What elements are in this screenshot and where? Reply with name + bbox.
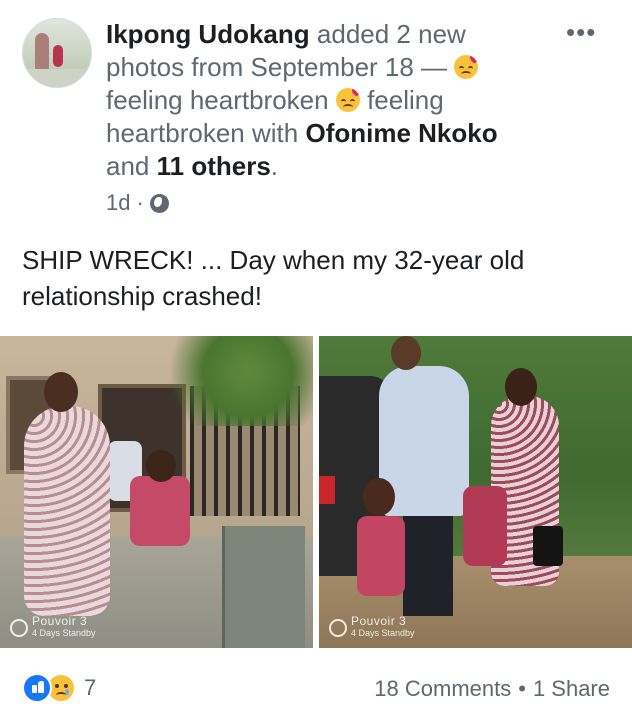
- globe-icon[interactable]: [149, 193, 169, 213]
- heartbroken-emoji-icon: [454, 55, 479, 79]
- and-text: and: [106, 151, 150, 181]
- photo-2-child-front: [357, 516, 405, 596]
- counts-separator: •: [518, 676, 526, 701]
- shares-count[interactable]: 1 Share: [533, 676, 610, 702]
- post-meta: 1d ·: [106, 190, 169, 216]
- photo-1-child: [130, 476, 190, 546]
- photo-2-bag: [533, 526, 563, 566]
- feeling-text-1: feeling heartbroken: [106, 85, 329, 115]
- photo-1[interactable]: Pouvoir 3 4 Days Standby: [0, 336, 313, 648]
- heartbroken-emoji-icon: [335, 88, 360, 112]
- reactions-summary[interactable]: 7: [22, 673, 96, 703]
- photo-1-child-head: [146, 450, 176, 482]
- watermark-logo-icon: [329, 618, 347, 637]
- photo-grid: Pouvoir 3 4 Days Standby Pouvoir 3 4 Day…: [0, 336, 632, 648]
- engagement-counts: 18 Comments • 1 Share: [374, 676, 610, 702]
- photo-2-man-legs: [403, 506, 453, 616]
- photo-1-low-wall: [222, 526, 305, 648]
- photo-1-tree: [150, 336, 313, 426]
- post-text: SHIP WRECK! ... Day when my 32-year old …: [22, 245, 525, 311]
- post-story: Ikpong Udokang added 2 new photos from S…: [106, 18, 546, 183]
- tagged-person[interactable]: Ofonime Nkoko: [305, 118, 497, 148]
- photo-2-child-back: [463, 486, 507, 566]
- photo-1-woman-head: [44, 372, 78, 412]
- author-avatar[interactable]: [22, 18, 92, 88]
- watermark-sub: 4 Days Standby: [351, 628, 415, 638]
- author-name[interactable]: Ikpong Udokang: [106, 19, 310, 49]
- post-header: ••• Ikpong Udokang added 2 new photos fr…: [0, 0, 632, 230]
- watermark-brand: Pouvoir 3: [351, 614, 407, 628]
- photo-1-woman: [24, 406, 110, 616]
- watermark-brand: Pouvoir 3: [32, 614, 88, 628]
- avatar-figure-2: [53, 45, 63, 67]
- comments-count[interactable]: 18 Comments: [374, 676, 511, 702]
- like-icon: [22, 673, 52, 703]
- meta-dot: ·: [136, 190, 144, 215]
- others-link[interactable]: 11 others: [157, 151, 271, 181]
- avatar-ground: [23, 69, 91, 87]
- photo-2-woman-head: [505, 368, 537, 406]
- period: .: [270, 151, 279, 181]
- avatar-figure-1: [35, 33, 49, 71]
- watermark-sub: 4 Days Standby: [32, 628, 96, 638]
- post-footer: 7 18 Comments • 1 Share: [0, 660, 632, 720]
- photo-2-watermark: Pouvoir 3 4 Days Standby: [329, 614, 415, 639]
- reaction-count: 7: [84, 675, 97, 700]
- more-options-button[interactable]: •••: [566, 19, 596, 45]
- photo-2-car-light: [319, 476, 335, 504]
- watermark-logo-icon: [10, 618, 28, 637]
- post-timestamp[interactable]: 1d: [106, 190, 130, 216]
- photo-2[interactable]: Pouvoir 3 4 Days Standby: [319, 336, 632, 648]
- photo-2-man-head: [391, 336, 421, 370]
- photo-2-child-head: [363, 478, 395, 516]
- photo-1-watermark: Pouvoir 3 4 Days Standby: [10, 614, 96, 639]
